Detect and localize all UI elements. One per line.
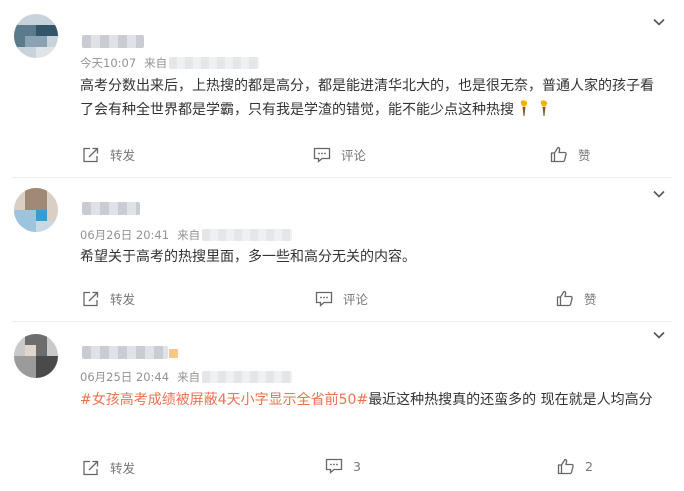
- share-label: 转发: [110, 461, 136, 476]
- source-label: 来自: [177, 370, 201, 384]
- comment-icon: [325, 458, 343, 474]
- vip-badge-icon: [169, 349, 178, 358]
- comment-button[interactable]: 3: [325, 458, 361, 474]
- like-button[interactable]: 2: [557, 458, 593, 475]
- like-count: 2: [585, 459, 593, 474]
- comment-actions: 转发 3 2: [0, 458, 684, 478]
- source-blurred[interactable]: [202, 371, 293, 383]
- hashtag-link[interactable]: #女孩高考成绩被屏蔽4天小字显示全省前50#: [80, 392, 368, 408]
- chevron-down-icon[interactable]: [652, 328, 666, 342]
- comment-card-3: 06月25日 20:44 来自 #女孩高考成绩被屏蔽4天小字显示全省前50#最近…: [0, 0, 684, 491]
- comment-text: #女孩高考成绩被屏蔽4天小字显示全省前50#最近这种热搜真的还蛮多的 现在就是人…: [80, 388, 660, 412]
- share-button[interactable]: 转发: [82, 458, 135, 477]
- username-blurred[interactable]: [82, 346, 178, 359]
- comment-body: 最近这种热搜真的还蛮多的 现在就是人均高分: [368, 392, 653, 408]
- thumbs-up-icon: [557, 458, 574, 475]
- avatar[interactable]: [14, 334, 58, 378]
- comment-meta: 06月25日 20:44 来自: [80, 369, 293, 385]
- timestamp: 06月25日 20:44: [80, 370, 170, 384]
- comment-count: 3: [353, 458, 361, 474]
- share-icon: [83, 460, 99, 475]
